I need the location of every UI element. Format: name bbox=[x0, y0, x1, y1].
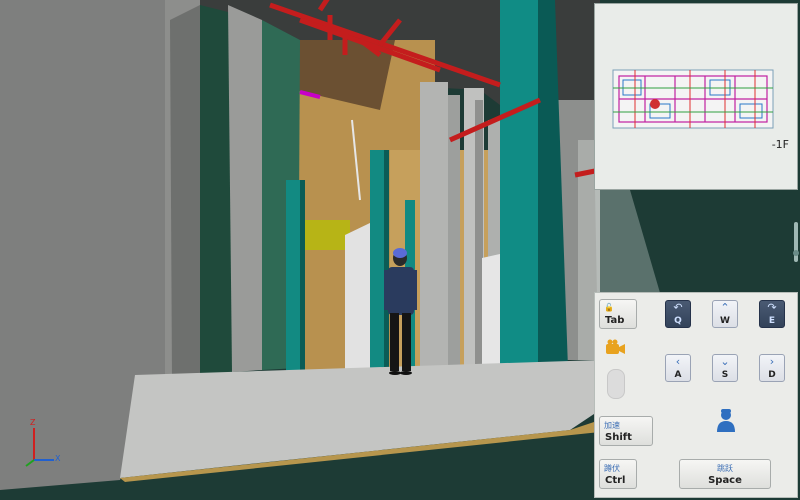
camera-icon[interactable] bbox=[605, 339, 627, 355]
chevron-left-icon: ‹ bbox=[675, 355, 681, 368]
d-key-button[interactable]: › D bbox=[759, 354, 785, 382]
d-key-label: D bbox=[768, 370, 776, 380]
e-key-label: E bbox=[768, 316, 776, 326]
w-key-label: W bbox=[720, 316, 730, 326]
axis-x-label: X bbox=[55, 454, 61, 463]
q-key-button[interactable]: ↶ Q bbox=[665, 300, 691, 328]
shift-key-label: Shift bbox=[605, 432, 632, 443]
s-key-label: S bbox=[721, 370, 729, 380]
a-key-button[interactable]: ‹ A bbox=[665, 354, 691, 382]
chevron-right-icon: › bbox=[769, 355, 775, 368]
chevron-up-icon: ⌃ bbox=[720, 301, 730, 314]
q-key-label: Q bbox=[674, 316, 682, 326]
rotate-left-icon: ↶ bbox=[673, 301, 683, 314]
ctrl-key-hint: 蹲伏 bbox=[604, 464, 620, 473]
axis-z-label: Z bbox=[30, 418, 36, 427]
shift-key-button[interactable]: 加速 Shift bbox=[599, 416, 653, 446]
shift-key-hint: 加速 bbox=[604, 421, 620, 430]
floor-level-label: -1F bbox=[771, 138, 789, 151]
person-view-icon[interactable] bbox=[715, 407, 737, 433]
space-key-label: Space bbox=[708, 475, 742, 486]
camera-height-slider[interactable] bbox=[793, 222, 799, 262]
minimap[interactable]: -1F bbox=[594, 3, 798, 190]
ctrl-key-label: Ctrl bbox=[605, 475, 626, 486]
e-key-button[interactable]: ↷ E bbox=[759, 300, 785, 328]
ctrl-key-button[interactable]: 蹲伏 Ctrl bbox=[599, 459, 637, 489]
a-key-label: A bbox=[674, 370, 682, 380]
space-key-button[interactable]: 跳跃 Space bbox=[679, 459, 771, 489]
keyboard-control-panel: 🔓 Tab ↶ Q ⌃ W ↷ E ‹ A ⌄ S › D 加速 Shift 蹲… bbox=[594, 292, 798, 498]
space-key-hint: 跳跃 bbox=[717, 464, 733, 473]
rotate-right-icon: ↷ bbox=[767, 301, 777, 314]
tab-key-button[interactable]: 🔓 Tab bbox=[599, 299, 637, 329]
chevron-down-icon: ⌄ bbox=[720, 355, 730, 368]
mouse-icon bbox=[607, 369, 625, 399]
slider-knob[interactable] bbox=[793, 250, 799, 256]
tab-key-label: Tab bbox=[605, 315, 625, 326]
w-key-button[interactable]: ⌃ W bbox=[712, 300, 738, 328]
floor-plan-thumbnail bbox=[612, 69, 774, 129]
axis-gizmo: Z X bbox=[20, 418, 70, 470]
s-key-button[interactable]: ⌄ S bbox=[712, 354, 738, 382]
lock-icon: 🔓 bbox=[604, 303, 614, 312]
